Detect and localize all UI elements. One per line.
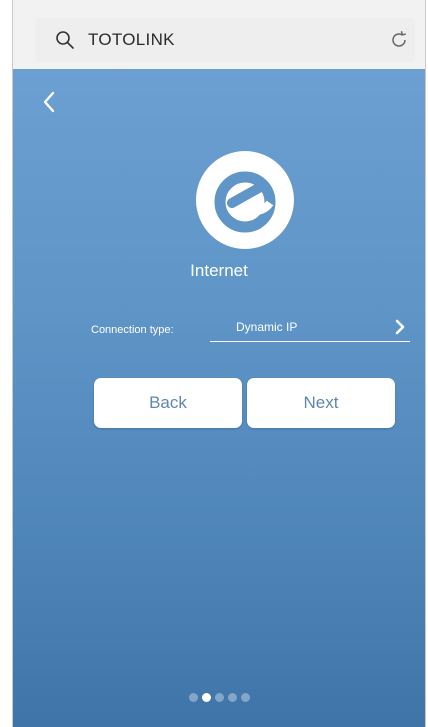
page-dot — [214, 693, 224, 702]
chevron-right-icon — [394, 319, 406, 335]
chevron-left-icon[interactable] — [41, 89, 59, 115]
setup-screen: Internet Connection type: Dynamic IP Bac… — [13, 69, 425, 727]
page-dot — [240, 693, 250, 702]
page-dot — [188, 693, 198, 702]
page-indicator — [13, 693, 425, 702]
back-button[interactable]: Back — [94, 378, 242, 428]
phone-frame: TOTOLINK Internet Connection type: Dynam… — [12, 0, 426, 727]
browser-bar: TOTOLINK — [13, 0, 425, 69]
next-button[interactable]: Next — [247, 378, 395, 428]
connection-type-label: Connection type: — [91, 324, 174, 336]
search-icon — [55, 30, 75, 50]
page-dot-active — [201, 693, 211, 702]
internet-e-icon — [196, 151, 294, 249]
page-dot — [227, 693, 237, 702]
connection-type-select[interactable]: Dynamic IP — [210, 315, 410, 342]
url-text: TOTOLINK — [88, 30, 175, 49]
connection-type-value: Dynamic IP — [236, 320, 298, 334]
url-field[interactable]: TOTOLINK — [35, 18, 415, 62]
reload-icon[interactable] — [389, 30, 409, 50]
page-title: Internet — [190, 261, 248, 280]
